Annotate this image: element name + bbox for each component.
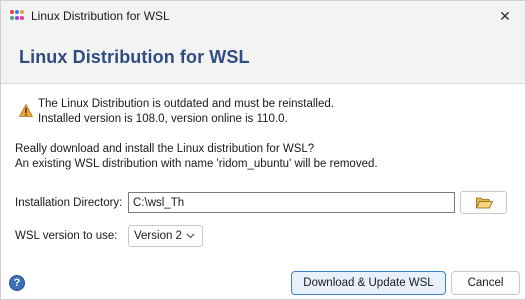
warning-line-2: Installed version is 108.0, version onli… xyxy=(38,113,288,125)
folder-open-icon xyxy=(476,197,493,209)
dialog-header: Linux Distribution for WSL xyxy=(1,31,525,83)
question-line-2: An existing WSL distribution with name '… xyxy=(15,158,378,170)
download-update-button[interactable]: Download & Update WSL xyxy=(291,271,446,295)
installation-directory-input[interactable] xyxy=(128,192,455,213)
window-title: Linux Distribution for WSL xyxy=(31,9,170,23)
installation-directory-label: Installation Directory: xyxy=(15,197,123,209)
wsl-version-label: WSL version to use: xyxy=(15,230,118,242)
close-icon[interactable]: ✕ xyxy=(491,3,519,29)
dialog-window: Linux Distribution for WSL ✕ Linux Distr… xyxy=(0,0,526,300)
app-icon xyxy=(10,10,24,22)
wsl-version-value: Version 2 xyxy=(134,230,182,242)
chevron-down-icon xyxy=(186,233,195,239)
cancel-button[interactable]: Cancel xyxy=(451,271,520,295)
wsl-version-select[interactable]: Version 2 xyxy=(128,225,203,247)
question-line-1: Really download and install the Linux di… xyxy=(15,143,315,155)
warning-icon xyxy=(19,104,33,117)
title-bar[interactable]: Linux Distribution for WSL ✕ xyxy=(1,1,525,31)
help-icon[interactable]: ? xyxy=(9,275,25,291)
page-title: Linux Distribution for WSL xyxy=(19,47,250,67)
warning-line-1: The Linux Distribution is outdated and m… xyxy=(38,98,334,110)
browse-folder-button[interactable] xyxy=(460,191,507,214)
